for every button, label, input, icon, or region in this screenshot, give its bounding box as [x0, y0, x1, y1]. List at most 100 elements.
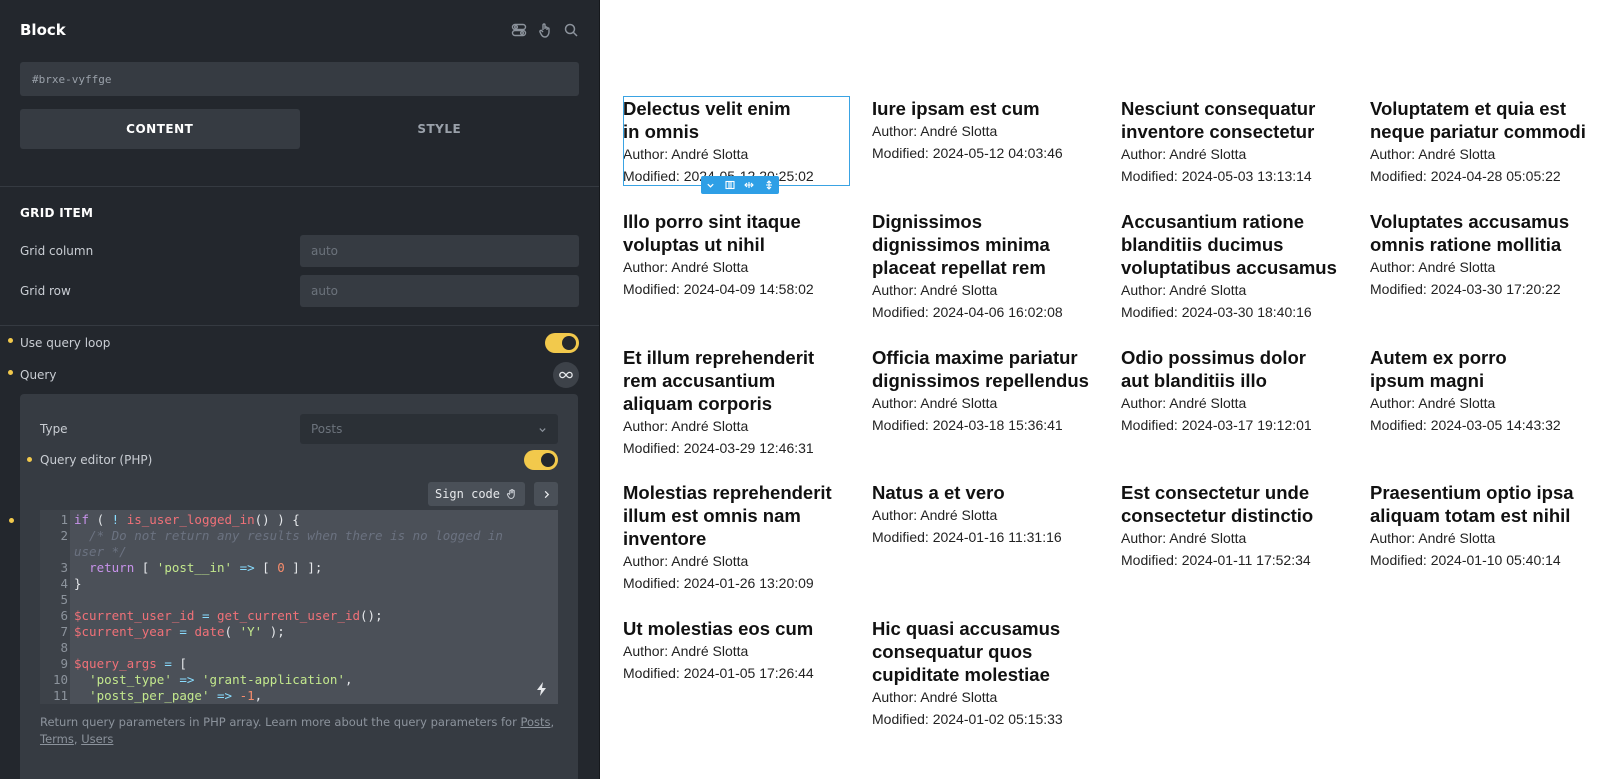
chevron-down-icon	[539, 427, 546, 432]
post-card[interactable]: Illo porro sint itaque voluptas ut nihil…	[623, 210, 858, 300]
post-modified: Modified: 2024-03-17 19:12:01	[1121, 417, 1312, 433]
post-modified: Modified: 2024-05-12 04:03:46	[872, 145, 1063, 161]
post-card[interactable]: Est consectetur unde consectetur distinc…	[1121, 481, 1356, 571]
post-author: Author: André Slotta	[872, 395, 998, 411]
sign-code-label: Sign code	[434, 487, 500, 501]
post-author: Author: André Slotta	[872, 282, 998, 298]
query-editor-toggle[interactable]	[524, 450, 558, 470]
use-query-loop-toggle[interactable]	[545, 333, 579, 353]
post-author: Author: André Slotta	[623, 259, 749, 275]
post-modified: Modified: 2024-01-05 17:26:44	[623, 665, 814, 681]
hand-icon	[506, 488, 515, 500]
post-modified: Modified: 2024-04-09 14:58:02	[623, 281, 814, 297]
post-modified: Modified: 2024-05-03 13:13:14	[1121, 168, 1312, 184]
post-card[interactable]: Iure ipsam est cum Author: André Slotta …	[872, 97, 1107, 164]
post-title: Odio possimus dolor aut blanditiis illo	[1121, 347, 1307, 391]
grid-item-section-title[interactable]: GRID ITEM	[0, 201, 599, 225]
post-title: Illo porro sint itaque voluptas ut nihil	[623, 211, 801, 255]
post-card[interactable]: Autem ex porro ipsum magni Author: André…	[1370, 346, 1605, 436]
post-card[interactable]: Ut molestias eos cum Author: André Slott…	[623, 617, 858, 684]
type-select-value: Posts	[311, 422, 343, 436]
post-author: Author: André Slotta	[1370, 530, 1496, 546]
help-link-users[interactable]: Users	[81, 732, 113, 746]
builder-panel: Block #brxe-vyffge CONTENT STYLE GRID IT…	[0, 0, 600, 779]
post-modified: Modified: 2024-01-02 05:15:33	[872, 711, 1063, 727]
post-title: Est consectetur unde consectetur distinc…	[1121, 482, 1314, 526]
use-query-loop-label: Use query loop	[20, 336, 111, 350]
chevron-right-icon	[544, 490, 549, 498]
code-line: 1 if ( ! is_user_logged_in() ) {	[60, 512, 300, 527]
sign-code-button[interactable]: Sign code	[427, 482, 525, 506]
post-title: Dignissimos dignissimos minima placeat r…	[872, 211, 1050, 278]
code-line: 10 'post_type' => 'grant-application',	[52, 672, 353, 687]
pointer-hand-icon[interactable]	[537, 22, 553, 38]
code-line: user */	[74, 544, 127, 559]
tab-style[interactable]: STYLE	[300, 109, 580, 149]
post-card[interactable]: Nesciunt consequatur inventore consectet…	[1121, 97, 1356, 187]
post-author: Author: André Slotta	[623, 418, 749, 434]
query-editor-row: Query editor (PHP)	[20, 450, 578, 470]
post-title: Natus a et vero	[872, 482, 1005, 503]
help-link-posts[interactable]: Posts	[520, 715, 550, 729]
post-title: Autem ex porro ipsum magni	[1370, 347, 1507, 391]
css-id-input[interactable]: #brxe-vyffge	[20, 62, 579, 96]
query-popup: Type Posts Query editor (PHP) Sign code …	[9, 394, 578, 779]
post-card[interactable]: Odio possimus dolor aut blanditiis illo …	[1121, 346, 1356, 436]
post-title: Et illum reprehenderit rem accusantium a…	[623, 347, 815, 414]
query-link-button[interactable]	[553, 362, 579, 388]
toggle-settings-icon[interactable]	[511, 22, 527, 38]
grid-row-row: Grid row auto	[0, 271, 599, 311]
post-title: Voluptates accusamus omnis ratione molli…	[1370, 211, 1570, 255]
post-modified: Modified: 2024-03-05 14:43:32	[1370, 417, 1561, 433]
search-icon[interactable]	[563, 22, 579, 38]
grid-column-label: Grid column	[20, 244, 94, 258]
chevron-down-icon[interactable]	[706, 181, 715, 190]
post-card[interactable]: Accusantium ratione blanditiis ducimus v…	[1121, 210, 1356, 323]
post-author: Author: André Slotta	[1121, 395, 1247, 411]
help-link-terms[interactable]: Terms	[40, 732, 74, 746]
post-modified: Modified: 2024-03-29 12:46:31	[623, 440, 814, 456]
code-line: 11 'posts_per_page' => -1,	[52, 688, 263, 703]
grid-row-label: Grid row	[20, 284, 71, 298]
lightning-bolt-icon[interactable]	[536, 682, 548, 696]
expand-editor-button[interactable]	[534, 482, 558, 506]
code-line: 3 return [ 'post__in' => [ 0 ] ];	[60, 560, 323, 575]
grid-column-input[interactable]: auto	[300, 235, 579, 267]
post-card[interactable]: Molestias reprehenderit illum est omnis …	[623, 481, 858, 594]
move-horizontal-icon[interactable]	[744, 180, 755, 190]
post-title: Iure ipsam est cum	[872, 98, 1040, 119]
code-line: 2 /* Do not return any results when ther…	[60, 528, 503, 543]
move-vertical-icon[interactable]	[764, 180, 774, 190]
changed-indicator-dot	[9, 518, 14, 523]
query-editor-label: Query editor (PHP)	[40, 453, 153, 467]
post-author: Author: André Slotta	[872, 507, 998, 523]
type-select[interactable]: Posts	[300, 414, 558, 444]
tab-content[interactable]: CONTENT	[20, 109, 300, 149]
post-title: Hic quasi accusamus consequatur quos cup…	[872, 618, 1061, 685]
post-author: Author: André Slotta	[1370, 395, 1496, 411]
post-card[interactable]: Praesentium optio ipsa aliquam totam est…	[1370, 481, 1605, 571]
post-card[interactable]: Natus a et vero Author: André Slotta Mod…	[872, 481, 1107, 548]
post-modified: Modified: 2024-01-10 05:40:14	[1370, 552, 1561, 568]
post-card[interactable]: Hic quasi accusamus consequatur quos cup…	[872, 617, 1107, 730]
post-title: Praesentium optio ipsa aliquam totam est…	[1370, 482, 1574, 526]
grid-column-row: Grid column auto	[0, 231, 599, 271]
code-editor[interactable]: 1 if ( ! is_user_logged_in() ) { 2 /* Do …	[40, 510, 558, 704]
post-card[interactable]: Voluptatem et quia est neque pariatur co…	[1370, 97, 1605, 187]
post-modified: Modified: 2024-03-30 17:20:22	[1370, 281, 1561, 297]
panel-tabs: CONTENT STYLE	[20, 109, 579, 149]
code-line: 5	[60, 592, 68, 607]
post-modified: Modified: 2024-01-11 17:52:34	[1121, 552, 1311, 568]
columns-icon[interactable]	[725, 180, 735, 190]
post-title: Voluptatem et quia est neque pariatur co…	[1370, 98, 1586, 142]
post-author: Author: André Slotta	[623, 553, 749, 569]
post-card[interactable]: Et illum reprehenderit rem accusantium a…	[623, 346, 858, 459]
post-author: Author: André Slotta	[1121, 146, 1247, 162]
divider	[0, 325, 599, 326]
post-card[interactable]: Officia maxime pariatur dignissimos repe…	[872, 346, 1107, 436]
grid-row-input[interactable]: auto	[300, 275, 579, 307]
code-line: 8	[60, 640, 68, 655]
use-query-loop-row: Use query loop	[0, 327, 599, 359]
post-card[interactable]: Voluptates accusamus omnis ratione molli…	[1370, 210, 1605, 300]
post-card[interactable]: Dignissimos dignissimos minima placeat r…	[872, 210, 1107, 323]
